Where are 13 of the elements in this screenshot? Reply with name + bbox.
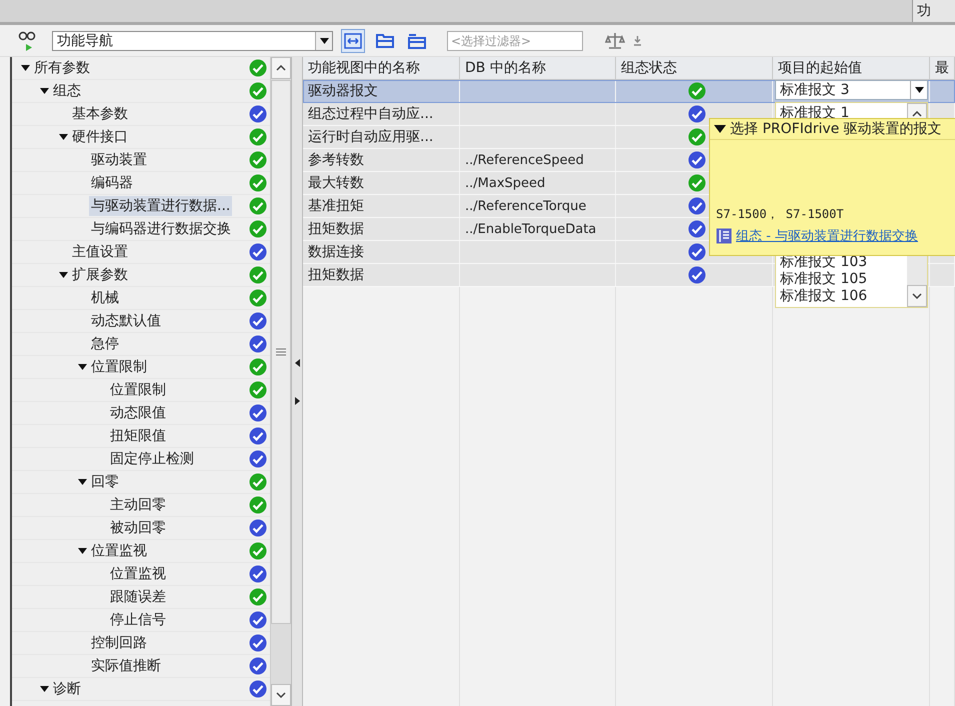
- table-cell: 运行时自动应用驱...: [303, 126, 460, 148]
- table-cell: ../ReferenceSpeed: [460, 149, 616, 171]
- table-cell: ../EnableTorqueData: [460, 218, 616, 240]
- table-cell: 数据连接: [303, 241, 460, 263]
- table-cell: 参考转数: [303, 149, 460, 171]
- table-cell: 最大转数: [303, 172, 460, 194]
- table-cell: ../ReferenceTorque: [460, 195, 616, 217]
- table-cell: 组态过程中自动应...: [303, 103, 460, 125]
- table-cell: 基准扭矩: [303, 195, 460, 217]
- table-cell: 扭矩数据: [303, 264, 460, 286]
- table-cell: ../MaxSpeed: [460, 172, 616, 194]
- table-cell: 驱动器报文: [303, 80, 460, 102]
- table-cell: 扭矩数据: [303, 218, 460, 240]
